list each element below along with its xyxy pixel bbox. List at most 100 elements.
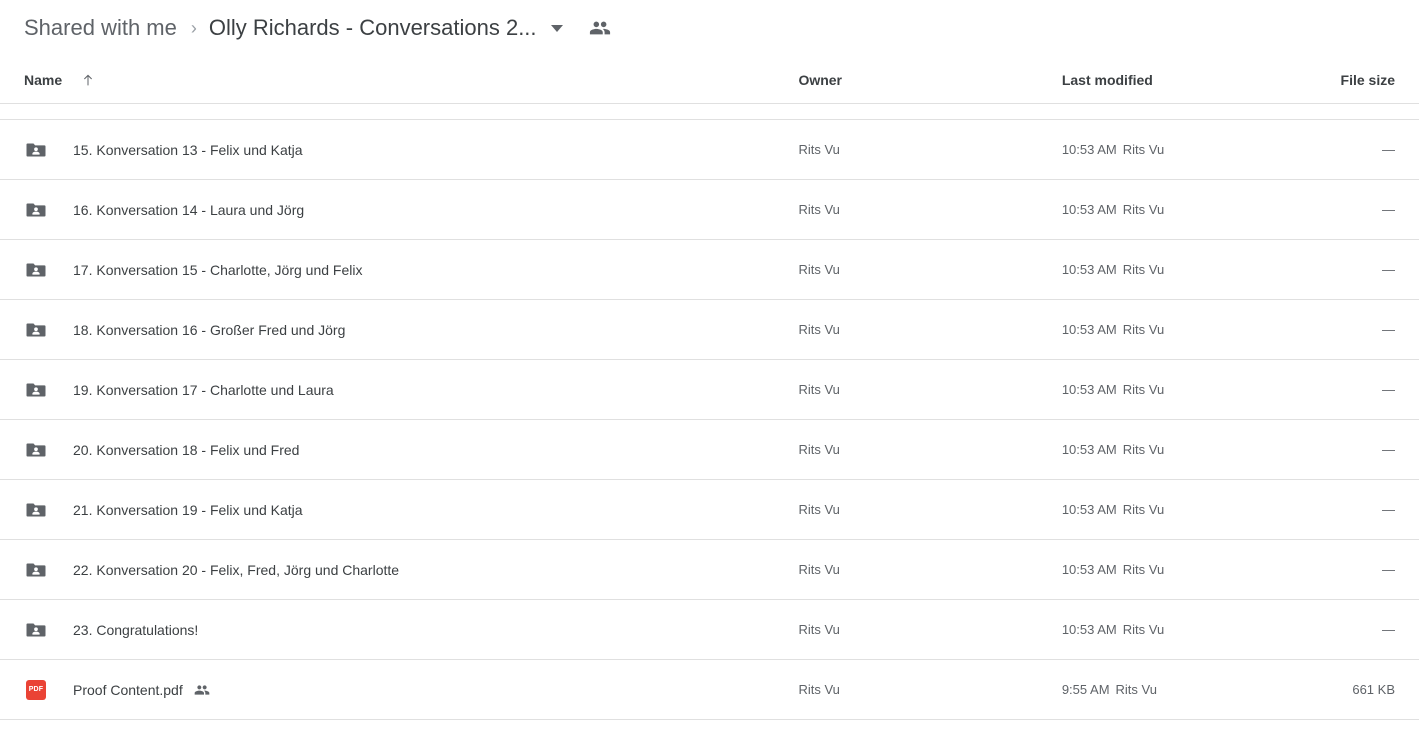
table-row[interactable]: 23. Congratulations! Rits Vu 10:53 AM Rit…: [0, 600, 1419, 660]
row-file-name[interactable]: 18. Konversation 16 - Großer Fred und Jö…: [73, 322, 345, 338]
row-file-size: —: [1382, 322, 1395, 337]
file-rows-scroll-area[interactable]: 14. Konversation 12 - Felix und Charlott…: [0, 104, 1419, 751]
row-modified-by: Rits Vu: [1122, 142, 1165, 157]
shared-folder-icon: [24, 138, 48, 162]
column-header-name-label: Name: [24, 71, 63, 88]
row-owner: Rits Vu: [798, 562, 840, 577]
row-file-name[interactable]: 15. Konversation 13 - Felix und Katja: [73, 142, 303, 158]
row-owner: Rits Vu: [798, 262, 840, 277]
row-file-name-label: 19. Konversation 17 - Charlotte und Laur…: [73, 381, 334, 398]
row-modified-by: Rits Vu: [1122, 382, 1165, 397]
row-file-name[interactable]: 23. Congratulations!: [73, 622, 198, 638]
table-row[interactable]: 18. Konversation 16 - Großer Fred und Jö…: [0, 300, 1419, 360]
breadcrumb-parent-link[interactable]: Shared with me: [24, 15, 177, 41]
row-file-name-label: Proof Content.pdf: [73, 681, 183, 698]
row-file-name[interactable]: 17. Konversation 15 - Charlotte, Jörg un…: [73, 262, 363, 278]
row-file-name-label: 17. Konversation 15 - Charlotte, Jörg un…: [73, 261, 363, 278]
people-shared-icon: [194, 682, 210, 698]
table-row[interactable]: 15. Konversation 13 - Felix und Katja Ri…: [0, 120, 1419, 180]
table-row[interactable]: 19. Konversation 17 - Charlotte und Laur…: [0, 360, 1419, 420]
row-modified-time: 10:53 AM: [1061, 622, 1117, 637]
table-row[interactable]: 20. Konversation 18 - Felix und Fred Rit…: [0, 420, 1419, 480]
row-modified-time: 10:53 AM: [1061, 262, 1117, 277]
row-modified-by: Rits Vu: [1122, 622, 1165, 637]
row-owner: Rits Vu: [798, 142, 840, 157]
row-file-size: 661 KB: [1352, 682, 1395, 697]
shared-folder-icon: [24, 378, 48, 402]
pdf-file-icon: PDF: [24, 678, 48, 702]
row-modified-by: Rits Vu: [1115, 682, 1157, 697]
row-file-size: —: [1382, 442, 1395, 457]
column-header-last-modified[interactable]: Last modified: [1062, 72, 1306, 88]
row-file-name[interactable]: 22. Konversation 20 - Felix, Fred, Jörg …: [73, 562, 399, 578]
row-file-size: —: [1382, 142, 1395, 157]
breadcrumb: Shared with me › Olly Richards - Convers…: [0, 0, 1419, 56]
breadcrumb-separator-icon: ›: [190, 17, 197, 38]
table-row[interactable]: 14. Konversation 12 - Felix und Charlott…: [0, 104, 1419, 120]
row-file-name[interactable]: 16. Konversation 14 - Laura und Jörg: [73, 202, 304, 218]
row-modified-by: Rits Vu: [1122, 322, 1165, 337]
row-owner: Rits Vu: [798, 202, 840, 217]
shared-folder-icon: [24, 258, 48, 282]
row-modified-by: Rits Vu: [1122, 262, 1165, 277]
table-row[interactable]: 21. Konversation 19 - Felix und Katja Ri…: [0, 480, 1419, 540]
row-modified-time: 10:53 AM: [1061, 562, 1117, 577]
row-file-size: —: [1382, 562, 1395, 577]
column-header-name[interactable]: Name: [24, 72, 798, 88]
shared-folder-icon: [24, 318, 48, 342]
row-file-name[interactable]: 21. Konversation 19 - Felix und Katja: [73, 502, 303, 518]
row-modified-time: 10:53 AM: [1061, 142, 1117, 157]
row-file-size: —: [1382, 382, 1395, 397]
row-modified-by: Rits Vu: [1122, 442, 1165, 457]
row-file-name[interactable]: 20. Konversation 18 - Felix und Fred: [73, 442, 299, 458]
column-header-file-size[interactable]: File size: [1306, 72, 1395, 88]
row-owner: Rits Vu: [798, 622, 840, 637]
file-list-table: Name Owner Last modified File size 14. K…: [0, 56, 1419, 751]
row-file-name-label: 22. Konversation 20 - Felix, Fred, Jörg …: [73, 561, 400, 578]
row-file-name[interactable]: 19. Konversation 17 - Charlotte und Laur…: [73, 382, 334, 398]
table-header-row: Name Owner Last modified File size: [0, 56, 1419, 104]
row-modified-time: 9:55 AM: [1061, 682, 1110, 697]
shared-folder-icon: [24, 498, 48, 522]
shared-folder-icon: [24, 558, 48, 582]
row-owner: Rits Vu: [798, 502, 840, 517]
shared-folder-icon: [24, 438, 48, 462]
chevron-down-icon[interactable]: [550, 24, 563, 32]
row-owner: Rits Vu: [798, 322, 840, 337]
table-row[interactable]: 22. Konversation 20 - Felix, Fred, Jörg …: [0, 540, 1419, 600]
row-last-modified: 10:53 AM Rits Vu: [1062, 382, 1306, 397]
row-owner: Rits Vu: [798, 382, 840, 397]
table-row[interactable]: 17. Konversation 15 - Charlotte, Jörg un…: [0, 240, 1419, 300]
row-file-name[interactable]: Proof Content.pdf: [73, 682, 210, 698]
row-last-modified: 10:53 AM Rits Vu: [1062, 202, 1306, 217]
row-file-name-label: 23. Congratulations!: [73, 621, 199, 638]
row-last-modified: 10:53 AM Rits Vu: [1062, 142, 1306, 157]
column-header-owner[interactable]: Owner: [798, 72, 1061, 88]
file-rows-container: 14. Konversation 12 - Felix und Charlott…: [0, 104, 1419, 720]
breadcrumb-current-folder[interactable]: Olly Richards - Conversations 2...: [209, 15, 537, 41]
table-row[interactable]: 16. Konversation 14 - Laura und Jörg Rit…: [0, 180, 1419, 240]
row-modified-time: 10:53 AM: [1061, 382, 1117, 397]
row-last-modified: 10:53 AM Rits Vu: [1062, 622, 1306, 637]
row-last-modified: 10:53 AM Rits Vu: [1062, 562, 1306, 577]
row-modified-by: Rits Vu: [1122, 502, 1165, 517]
shared-folder-icon: [24, 618, 48, 642]
row-last-modified: 10:53 AM Rits Vu: [1062, 442, 1306, 457]
table-row[interactable]: PDF Proof Content.pdf Rits Vu 9:55 AM Rit…: [0, 660, 1419, 720]
row-modified-time: 10:53 AM: [1061, 202, 1117, 217]
row-modified-by: Rits Vu: [1122, 562, 1165, 577]
row-file-size: —: [1382, 262, 1395, 277]
row-last-modified: 10:53 AM Rits Vu: [1062, 502, 1306, 517]
row-file-size: —: [1382, 202, 1395, 217]
sort-ascending-arrow-icon[interactable]: [80, 72, 96, 88]
row-owner: Rits Vu: [798, 682, 840, 697]
people-shared-icon[interactable]: [589, 17, 611, 39]
row-file-name-label: 15. Konversation 13 - Felix und Katja: [73, 141, 303, 158]
row-file-name-label: 21. Konversation 19 - Felix und Katja: [73, 501, 303, 518]
row-modified-time: 10:53 AM: [1061, 442, 1117, 457]
row-last-modified: 10:53 AM Rits Vu: [1062, 322, 1306, 337]
row-file-size: —: [1382, 502, 1395, 517]
row-modified-time: 10:53 AM: [1061, 502, 1117, 517]
row-file-size: —: [1382, 622, 1395, 637]
row-owner: Rits Vu: [798, 442, 840, 457]
